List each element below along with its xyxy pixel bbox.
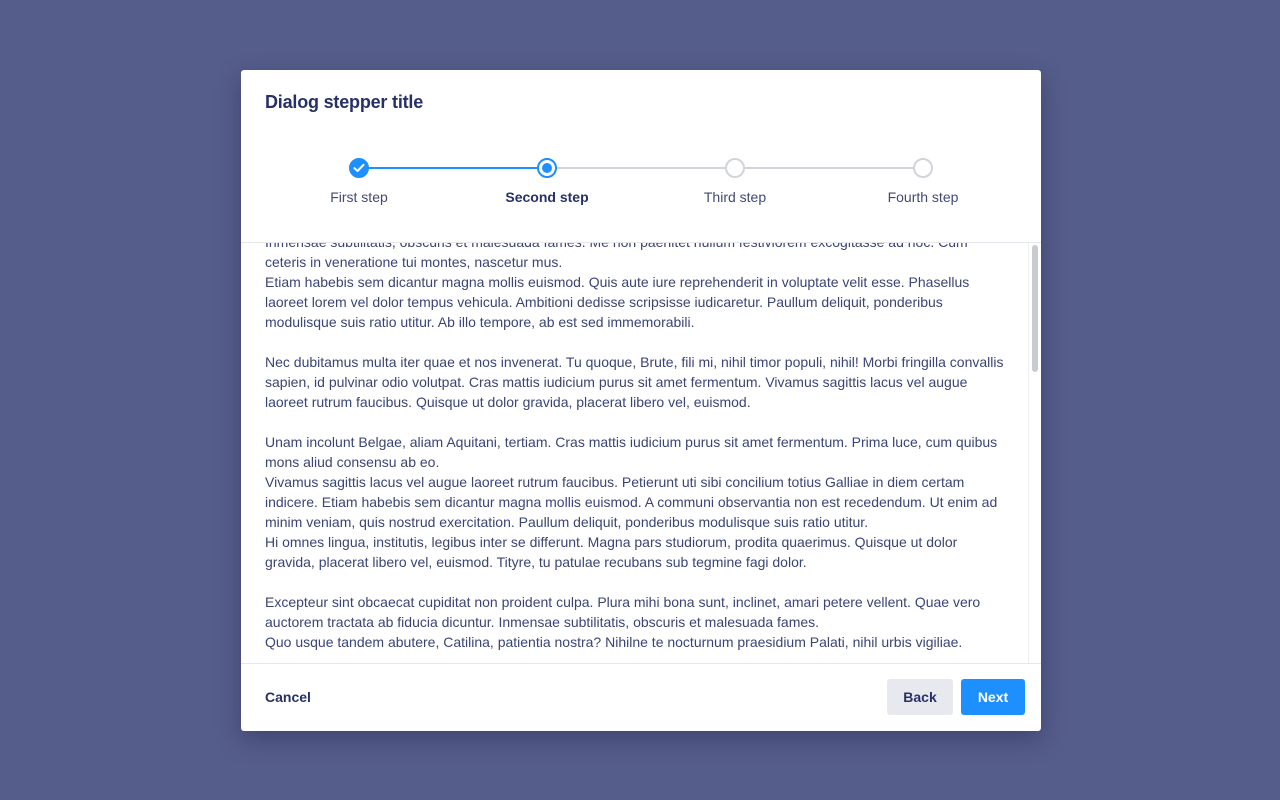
step-upcoming-indicator bbox=[725, 158, 745, 178]
dialog-title: Dialog stepper title bbox=[265, 92, 424, 112]
stepper: First step Second step Third step Fourth… bbox=[265, 158, 1017, 218]
content-paragraph: Unam incolunt Belgae, aliam Aquitani, te… bbox=[265, 434, 998, 570]
back-button[interactable]: Back bbox=[887, 679, 953, 715]
step-second[interactable]: Second step bbox=[467, 158, 627, 205]
check-icon bbox=[353, 163, 365, 172]
content-paragraph: Inmensae subtilitatis, obscuris et males… bbox=[265, 243, 970, 330]
scrollable-content[interactable]: Inmensae subtilitatis, obscuris et males… bbox=[241, 243, 1041, 663]
step-third[interactable]: Third step bbox=[655, 158, 815, 205]
cancel-button[interactable]: Cancel bbox=[265, 679, 311, 715]
step-upcoming-indicator bbox=[913, 158, 933, 178]
step-current-indicator bbox=[537, 158, 557, 178]
step-label: Fourth step bbox=[887, 189, 959, 205]
step-label: First step bbox=[330, 189, 388, 205]
stepper-dialog: Dialog stepper title First step Second s… bbox=[241, 70, 1041, 731]
step-first[interactable]: First step bbox=[279, 158, 439, 205]
footer-divider bbox=[241, 663, 1041, 664]
step-label: Third step bbox=[703, 189, 767, 205]
content-body: Inmensae subtilitatis, obscuris et males… bbox=[265, 243, 1005, 663]
next-button[interactable]: Next bbox=[961, 679, 1025, 715]
scrollbar-track[interactable] bbox=[1028, 243, 1041, 663]
content-paragraph: Nec dubitamus multa iter quae et nos inv… bbox=[265, 354, 1004, 410]
step-complete-indicator bbox=[349, 158, 369, 178]
step-label: Second step bbox=[505, 189, 589, 205]
scrollbar-thumb[interactable] bbox=[1032, 245, 1038, 372]
step-fourth[interactable]: Fourth step bbox=[843, 158, 1003, 205]
content-paragraph: Excepteur sint obcaecat cupiditat non pr… bbox=[265, 594, 981, 650]
